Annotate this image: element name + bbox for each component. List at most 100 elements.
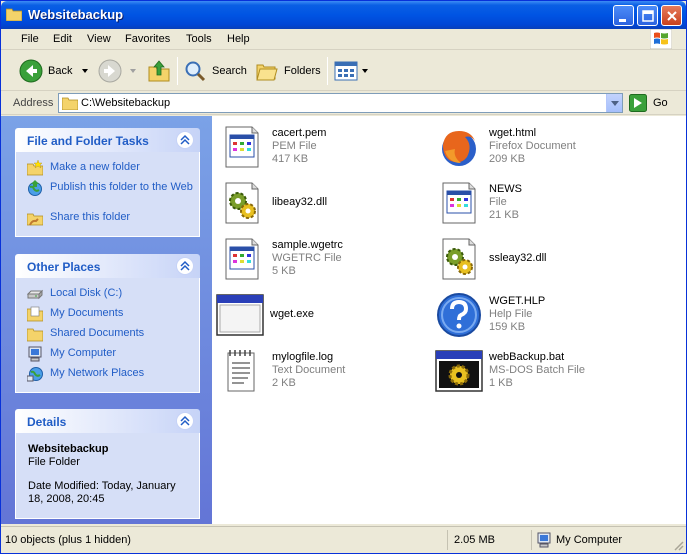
status-bar: 10 objects (plus 1 hidden) 2.05 MB My Co… bbox=[1, 526, 686, 553]
details-date-modified: Date Modified: Today, January 18, 2008, … bbox=[28, 480, 176, 505]
menu-view[interactable]: View bbox=[87, 33, 111, 45]
file-item[interactable]: WGET.HLP Help File 159 KB bbox=[435, 291, 655, 341]
panel-body: Websitebackup File Folder Date Modified:… bbox=[15, 433, 200, 519]
document-icon bbox=[225, 238, 259, 280]
minimize-button[interactable] bbox=[613, 5, 634, 26]
file-item[interactable]: wget.html Firefox Document 209 KB bbox=[435, 123, 655, 173]
my-network-places-link[interactable]: My Network Places bbox=[16, 364, 199, 384]
close-button[interactable] bbox=[661, 5, 682, 26]
batch-gear-icon bbox=[435, 350, 483, 392]
place-label: Local Disk (C:) bbox=[50, 287, 123, 299]
maximize-button[interactable] bbox=[637, 5, 658, 26]
search-label: Search bbox=[212, 65, 247, 77]
share-folder-icon bbox=[27, 213, 43, 226]
task-label: Publish this folder to the Web bbox=[50, 181, 193, 193]
file-type: File bbox=[489, 196, 507, 208]
file-view: cacert.pem PEM File 417 KB wget.html Fir… bbox=[212, 116, 686, 524]
panel-body: Make a new folder Publish this folder to… bbox=[15, 152, 200, 237]
firefox-icon bbox=[442, 131, 476, 166]
file-name: wget.html bbox=[489, 127, 537, 139]
status-location-text: My Computer bbox=[556, 534, 623, 546]
address-input[interactable]: C:\Websitebackup bbox=[58, 93, 623, 113]
share-folder-link[interactable]: Share this folder bbox=[16, 208, 199, 228]
dll-gear-icon bbox=[442, 238, 476, 280]
file-type: PEM File bbox=[272, 140, 317, 152]
make-new-folder-link[interactable]: Make a new folder bbox=[16, 158, 199, 178]
place-label: My Documents bbox=[50, 307, 124, 319]
file-item[interactable]: NEWS File 21 KB bbox=[435, 179, 655, 229]
panel-title: Other Places bbox=[27, 260, 101, 274]
window-title: Websitebackup bbox=[28, 7, 124, 22]
status-size: 2.05 MB bbox=[447, 530, 531, 550]
resize-grip-icon[interactable] bbox=[672, 539, 684, 551]
address-label: Address bbox=[13, 97, 54, 109]
maximize-icon bbox=[642, 10, 654, 22]
file-item[interactable]: cacert.pem PEM File 417 KB bbox=[218, 123, 438, 173]
collapse-chevron-icon[interactable] bbox=[176, 131, 194, 149]
menu-help[interactable]: Help bbox=[227, 33, 250, 45]
views-button[interactable] bbox=[334, 57, 370, 85]
panel-body: Local Disk (C:) My Documents Shared Docu… bbox=[15, 278, 200, 393]
go-button[interactable]: Go bbox=[629, 94, 668, 112]
my-documents-link[interactable]: My Documents bbox=[16, 304, 199, 324]
status-location: My Computer bbox=[531, 530, 681, 550]
file-name: libeay32.dll bbox=[272, 196, 328, 208]
address-value: C:\Websitebackup bbox=[81, 97, 171, 109]
address-dropdown-button[interactable] bbox=[606, 94, 622, 112]
collapse-chevron-icon[interactable] bbox=[176, 257, 194, 275]
menu-file[interactable]: File bbox=[21, 33, 39, 45]
file-item[interactable]: libeay32.dll bbox=[218, 179, 438, 229]
search-button[interactable]: Search bbox=[183, 57, 247, 85]
file-type: MS-DOS Batch File bbox=[489, 364, 585, 376]
file-item[interactable]: sample.wgetrc WGETRC File 5 KB bbox=[218, 235, 438, 285]
collapse-chevron-icon[interactable] bbox=[176, 412, 194, 430]
place-label: My Computer bbox=[50, 347, 117, 359]
title-bar[interactable]: Websitebackup bbox=[1, 1, 686, 29]
back-label: Back bbox=[48, 65, 73, 77]
go-arrow-icon bbox=[629, 94, 647, 112]
file-size: 159 KB bbox=[489, 321, 526, 333]
folder-icon bbox=[62, 97, 78, 110]
up-folder-button[interactable] bbox=[147, 57, 171, 85]
hard-drive-icon bbox=[27, 289, 43, 300]
windows-logo-icon bbox=[650, 29, 672, 49]
publish-folder-link[interactable]: Publish this folder to the Web bbox=[16, 178, 199, 208]
my-computer-icon bbox=[537, 532, 551, 548]
file-type: Help File bbox=[489, 308, 533, 320]
file-size: 209 KB bbox=[489, 153, 526, 165]
task-pane: File and Folder Tasks Make a new folder … bbox=[1, 116, 212, 524]
my-documents-icon bbox=[27, 306, 43, 322]
chevron-down-icon bbox=[611, 101, 619, 106]
my-computer-link[interactable]: My Computer bbox=[16, 344, 199, 364]
panel-header[interactable]: Other Places bbox=[15, 254, 200, 278]
file-item[interactable]: ssleay32.dll bbox=[435, 235, 655, 285]
details-folder-type: File Folder bbox=[28, 456, 80, 468]
back-button[interactable]: Back bbox=[19, 57, 90, 85]
document-icon bbox=[442, 182, 476, 224]
publish-web-icon bbox=[28, 180, 42, 196]
panel-header[interactable]: File and Folder Tasks bbox=[15, 128, 200, 152]
file-item[interactable]: wget.exe bbox=[216, 291, 436, 341]
file-size: 1 KB bbox=[489, 377, 513, 389]
folders-icon bbox=[256, 64, 278, 81]
panel-title: Details bbox=[27, 415, 67, 429]
folders-button[interactable]: Folders bbox=[255, 57, 321, 85]
panel-header[interactable]: Details bbox=[15, 409, 200, 433]
file-item[interactable]: mylogfile.log Text Document 2 KB bbox=[218, 347, 438, 397]
file-type: Text Document bbox=[272, 364, 346, 376]
file-item[interactable]: webBackup.bat MS-DOS Batch File 1 KB bbox=[435, 347, 655, 397]
file-name: webBackup.bat bbox=[489, 351, 565, 363]
menu-tools[interactable]: Tools bbox=[186, 33, 212, 45]
forward-button[interactable] bbox=[98, 57, 138, 85]
my-computer-icon bbox=[28, 346, 42, 362]
dll-gear-icon bbox=[225, 182, 259, 224]
document-icon bbox=[225, 126, 259, 168]
explorer-window: Websitebackup File Edit View Favorites T… bbox=[0, 0, 687, 554]
menu-favorites[interactable]: Favorites bbox=[125, 33, 170, 45]
file-name: ssleay32.dll bbox=[489, 252, 547, 264]
help-icon bbox=[437, 293, 481, 337]
shared-documents-link[interactable]: Shared Documents bbox=[16, 324, 199, 344]
menu-edit[interactable]: Edit bbox=[53, 33, 72, 45]
minimize-icon bbox=[619, 19, 626, 22]
local-disk-link[interactable]: Local Disk (C:) bbox=[16, 284, 199, 304]
